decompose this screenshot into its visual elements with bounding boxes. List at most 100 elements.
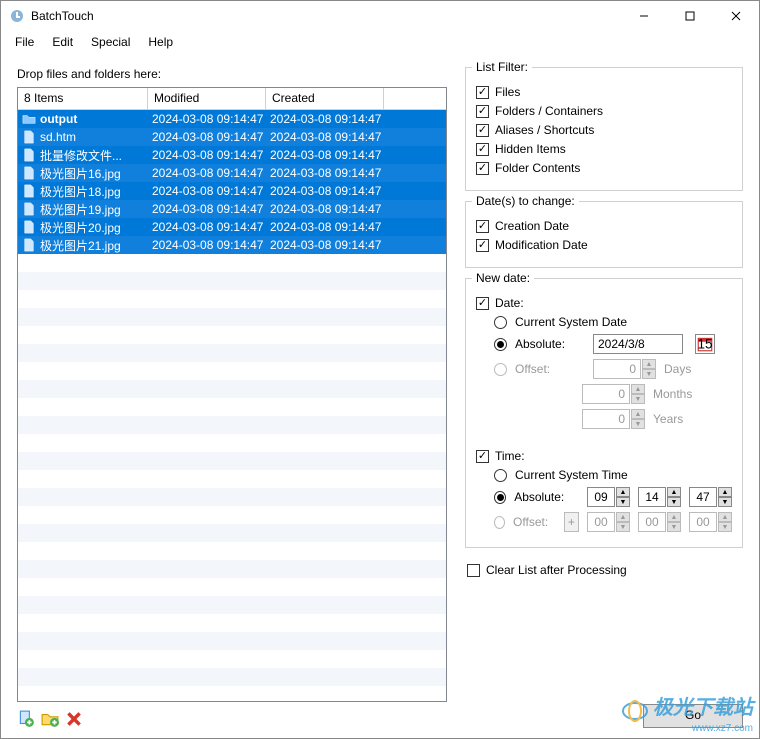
spin-up-icon: ▲ <box>718 512 732 522</box>
chk-creation[interactable] <box>476 220 489 233</box>
menu-edit[interactable]: Edit <box>44 33 81 51</box>
file-icon <box>22 130 36 144</box>
input-offset-months <box>582 384 630 404</box>
newdate-legend: New date: <box>472 271 534 285</box>
file-icon <box>22 220 36 234</box>
chk-modification[interactable] <box>476 239 489 252</box>
radio-offset-time[interactable] <box>494 516 505 529</box>
table-row-empty <box>18 632 446 650</box>
table-row-empty <box>18 650 446 668</box>
chk-files[interactable] <box>476 86 489 99</box>
cell-modified: 2024-03-08 09:14:47 <box>148 184 266 198</box>
close-button[interactable] <box>713 1 759 31</box>
cell-name: 批量修改文件... <box>40 147 122 164</box>
file-table[interactable]: 8 Items Modified Created output2024-03-0… <box>17 87 447 702</box>
cell-name: 极光图片19.jpg <box>40 201 121 218</box>
cell-created: 2024-03-08 09:14:47 <box>266 220 384 234</box>
spin-down-icon[interactable]: ▼ <box>616 497 630 507</box>
table-row[interactable]: 极光图片16.jpg2024-03-08 09:14:472024-03-08 … <box>18 164 446 182</box>
cell-created: 2024-03-08 09:14:47 <box>266 184 384 198</box>
col-items[interactable]: 8 Items <box>18 88 148 109</box>
lbl-folders: Folders / Containers <box>495 104 603 118</box>
radio-offset-date[interactable] <box>494 363 507 376</box>
table-row-empty <box>18 524 446 542</box>
cell-created: 2024-03-08 09:14:47 <box>266 148 384 162</box>
table-row-empty <box>18 326 446 344</box>
spin-down-icon: ▼ <box>616 522 630 532</box>
chk-hidden[interactable] <box>476 143 489 156</box>
table-row-empty <box>18 614 446 632</box>
input-absolute-date[interactable] <box>593 334 683 354</box>
spin-up-icon[interactable]: ▲ <box>718 487 732 497</box>
table-row[interactable]: 极光图片21.jpg2024-03-08 09:14:472024-03-08 … <box>18 236 446 254</box>
input-time-m[interactable] <box>638 487 666 507</box>
radio-absolute-time[interactable] <box>494 491 506 504</box>
table-row-empty <box>18 398 446 416</box>
table-row-empty <box>18 506 446 524</box>
input-offset-years <box>582 409 630 429</box>
table-row-empty <box>18 560 446 578</box>
table-row[interactable]: sd.htm2024-03-08 09:14:472024-03-08 09:1… <box>18 128 446 146</box>
spin-up-icon: ▲ <box>642 359 656 369</box>
spin-down-icon[interactable]: ▼ <box>718 497 732 507</box>
table-row-empty <box>18 254 446 272</box>
table-row[interactable]: output2024-03-08 09:14:472024-03-08 09:1… <box>18 110 446 128</box>
chk-date[interactable] <box>476 297 489 310</box>
bottom-toolbar <box>17 710 447 728</box>
table-row-empty <box>18 344 446 362</box>
newdate-group: New date: Date: Current System Date Abso… <box>465 278 743 548</box>
spin-down-icon[interactable]: ▼ <box>667 497 681 507</box>
lbl-hidden: Hidden Items <box>495 142 566 156</box>
add-folder-icon[interactable] <box>41 710 59 728</box>
calendar-icon[interactable]: 15 <box>695 334 715 354</box>
input-time-h[interactable] <box>587 487 615 507</box>
cell-name: output <box>40 112 77 126</box>
menu-file[interactable]: File <box>7 33 42 51</box>
chk-folders[interactable] <box>476 105 489 118</box>
minimize-button[interactable] <box>621 1 667 31</box>
radio-current-time[interactable] <box>494 469 507 482</box>
file-icon <box>22 202 36 216</box>
spin-up-icon: ▲ <box>616 512 630 522</box>
table-row[interactable]: 批量修改文件...2024-03-08 09:14:472024-03-08 0… <box>18 146 446 164</box>
table-row-empty <box>18 362 446 380</box>
chk-contents[interactable] <box>476 162 489 175</box>
spin-up-icon: ▲ <box>667 512 681 522</box>
menu-help[interactable]: Help <box>140 33 181 51</box>
lbl-days: Days <box>664 362 691 376</box>
col-modified[interactable]: Modified <box>148 88 266 109</box>
chk-aliases[interactable] <box>476 124 489 137</box>
table-row[interactable]: 极光图片20.jpg2024-03-08 09:14:472024-03-08 … <box>18 218 446 236</box>
folder-icon <box>22 112 36 126</box>
titlebar: BatchTouch <box>1 1 759 31</box>
cell-created: 2024-03-08 09:14:47 <box>266 238 384 252</box>
table-row-empty <box>18 434 446 452</box>
table-row-empty <box>18 308 446 326</box>
add-file-icon[interactable] <box>17 710 35 728</box>
remove-icon[interactable] <box>65 710 83 728</box>
chk-time[interactable] <box>476 450 489 463</box>
spin-up-icon[interactable]: ▲ <box>667 487 681 497</box>
radio-current-date[interactable] <box>494 316 507 329</box>
table-row[interactable]: 极光图片19.jpg2024-03-08 09:14:472024-03-08 … <box>18 200 446 218</box>
dates-legend: Date(s) to change: <box>472 194 579 208</box>
input-time-s[interactable] <box>689 487 717 507</box>
col-created[interactable]: Created <box>266 88 384 109</box>
go-button[interactable]: Go <box>643 704 743 728</box>
maximize-button[interactable] <box>667 1 713 31</box>
file-icon <box>22 238 36 252</box>
menu-special[interactable]: Special <box>83 33 138 51</box>
chk-clear-list[interactable] <box>467 564 480 577</box>
spin-up-icon: ▲ <box>631 409 645 419</box>
cell-modified: 2024-03-08 09:14:47 <box>148 166 266 180</box>
table-row-empty <box>18 596 446 614</box>
spin-up-icon: ▲ <box>631 384 645 394</box>
spin-up-icon[interactable]: ▲ <box>616 487 630 497</box>
cell-name: 极光图片21.jpg <box>40 237 121 254</box>
lbl-aliases: Aliases / Shortcuts <box>495 123 594 137</box>
input-toff-m <box>638 512 666 532</box>
table-row[interactable]: 极光图片18.jpg2024-03-08 09:14:472024-03-08 … <box>18 182 446 200</box>
lbl-current-date: Current System Date <box>515 315 627 329</box>
radio-absolute-date[interactable] <box>494 338 507 351</box>
lbl-offset-date: Offset: <box>515 362 585 376</box>
